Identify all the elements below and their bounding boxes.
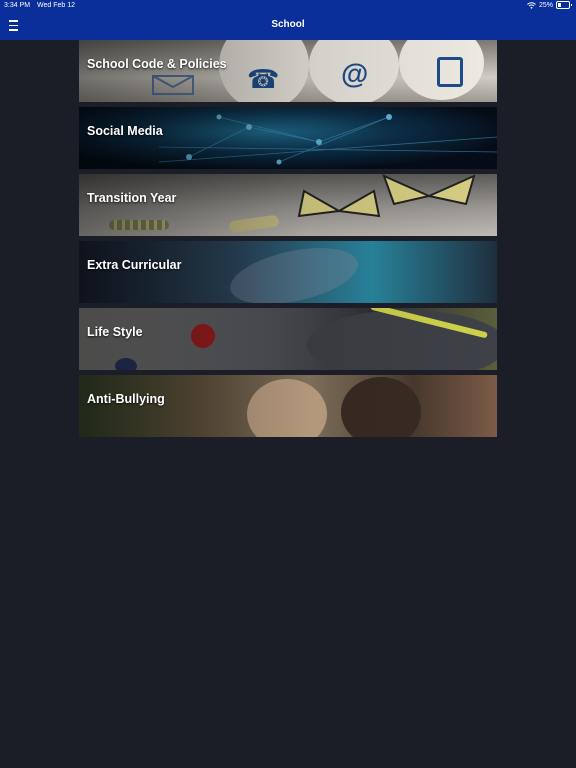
- tile-extra-curricular[interactable]: Extra Curricular: [79, 241, 497, 303]
- tile-life-style[interactable]: Life Style: [79, 308, 497, 370]
- status-time: 3:34 PM: [4, 2, 31, 9]
- battery-percent: 25%: [538, 1, 553, 9]
- status-right: 25%: [527, 1, 572, 9]
- status-bar: 3:34 PM Wed Feb 12 25%: [0, 0, 576, 12]
- tile-school-code-policies[interactable]: ☎ @ School Code & Policies: [79, 40, 497, 102]
- tile-label: Anti-Bullying: [87, 392, 165, 406]
- category-list: ☎ @ School Code & Policies Soci: [79, 40, 497, 442]
- tile-anti-bullying[interactable]: Anti-Bullying: [79, 375, 497, 437]
- tile-transition-year[interactable]: Transition Year: [79, 174, 497, 236]
- nav-bar: School: [0, 12, 576, 40]
- page-title: School: [271, 19, 305, 30]
- status-date: Wed Feb 12: [37, 2, 76, 9]
- tile-label: Extra Curricular: [87, 258, 182, 272]
- wifi-icon: [527, 1, 536, 9]
- tile-label: School Code & Policies: [87, 57, 227, 71]
- tile-label: Transition Year: [87, 191, 177, 205]
- battery-icon: [556, 1, 572, 9]
- tile-label: Social Media: [87, 124, 163, 138]
- tile-label: Life Style: [87, 325, 143, 339]
- tile-social-media[interactable]: Social Media: [79, 107, 497, 169]
